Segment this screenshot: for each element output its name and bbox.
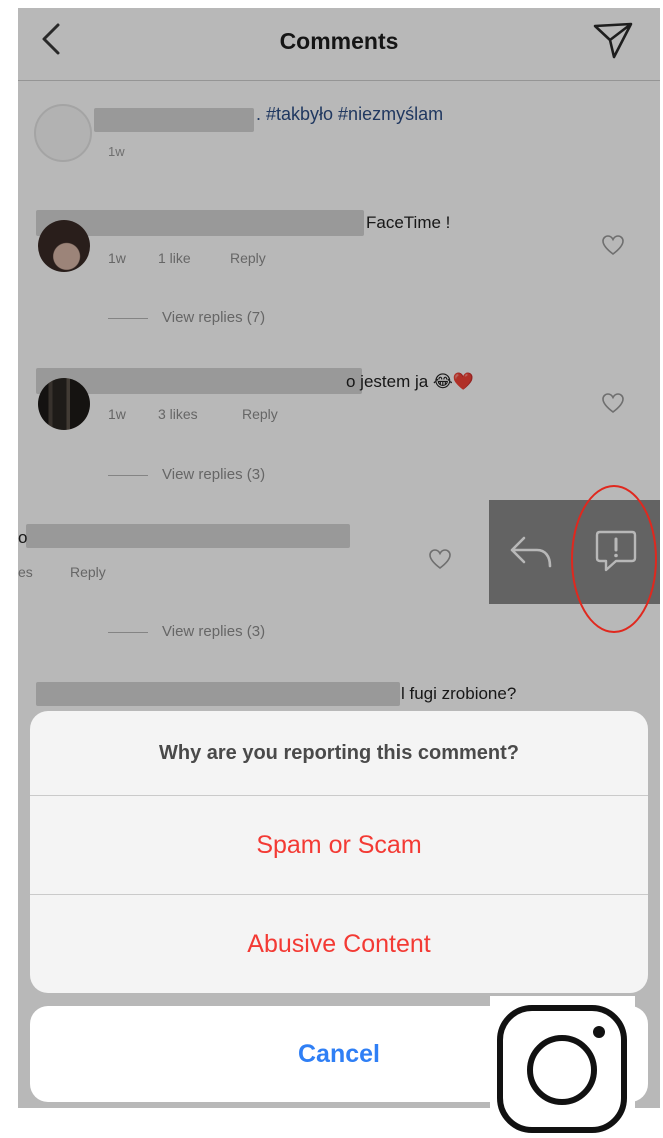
sheet-title: Why are you reporting this comment? xyxy=(158,742,520,764)
highlight-ring xyxy=(571,485,657,633)
spam-or-scam-option[interactable]: Spam or Scam xyxy=(30,796,648,894)
comments-screen: Comments . #takbyło #niezmyślam 1w FaceT… xyxy=(18,8,660,1108)
abusive-content-option[interactable]: Abusive Content xyxy=(30,895,648,993)
instagram-logo xyxy=(490,996,635,1138)
instagram-icon xyxy=(497,1005,627,1133)
report-action-sheet: Why are you reporting this comment? Spam… xyxy=(30,711,648,993)
